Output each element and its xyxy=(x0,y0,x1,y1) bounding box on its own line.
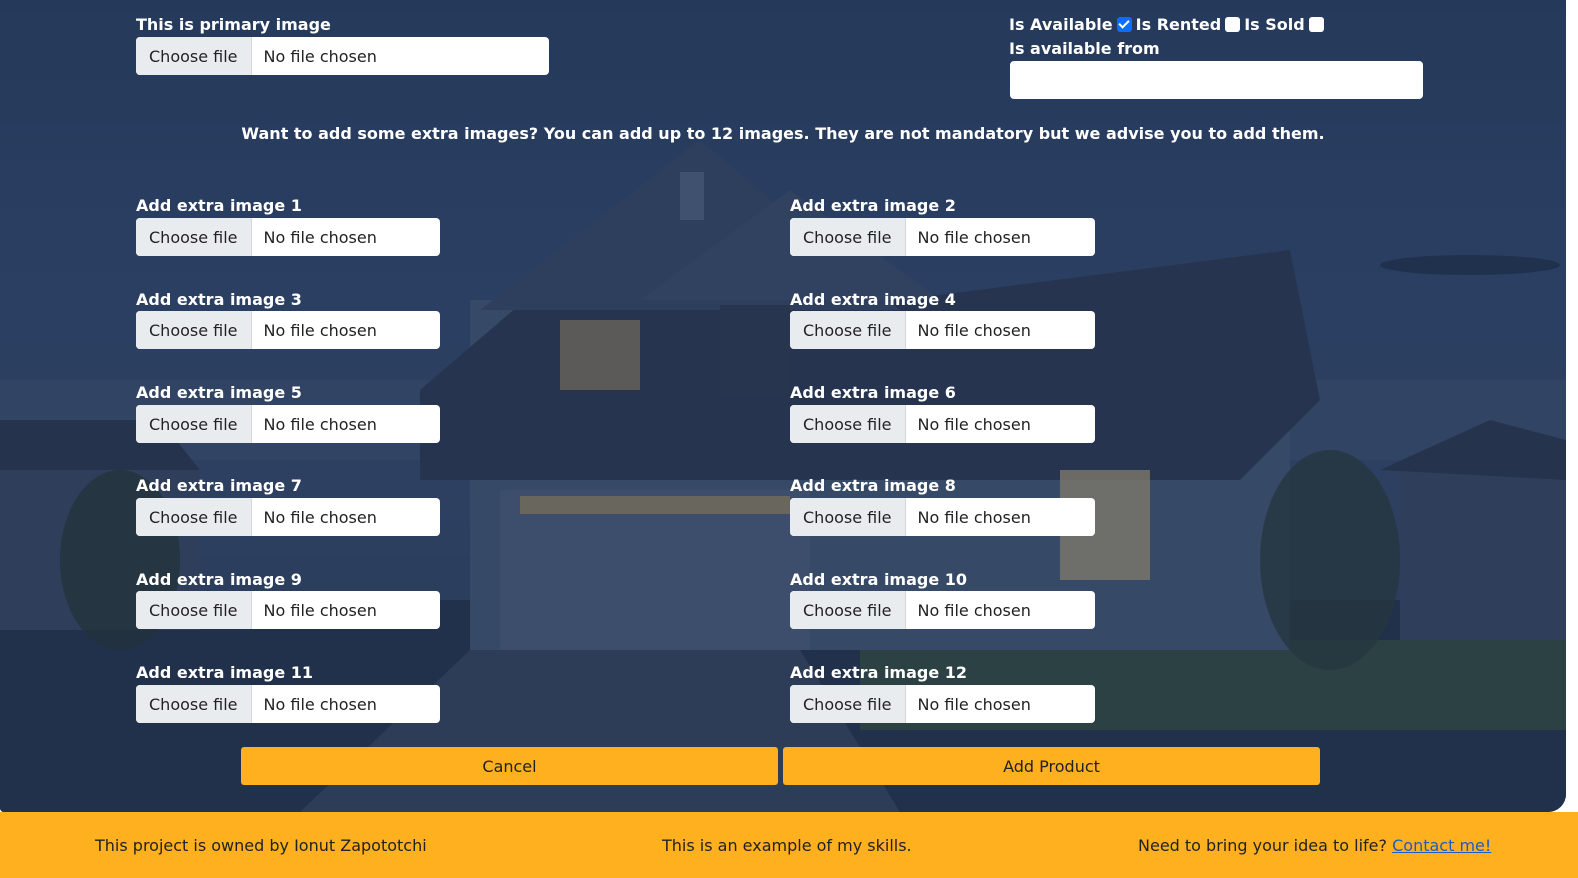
choose-file-button[interactable]: Choose file xyxy=(136,218,252,256)
extra-image-1-input[interactable]: Choose file No file chosen xyxy=(136,218,440,256)
is-available-checkbox[interactable] xyxy=(1116,17,1132,32)
cancel-button[interactable]: Cancel xyxy=(241,747,778,785)
footer-cta: Need to bring your idea to life? Contact… xyxy=(1138,836,1491,855)
add-product-form: This is primary image Choose file No fil… xyxy=(0,0,1566,812)
is-available-label: Is Available xyxy=(1009,15,1113,34)
extra-image-5-label: Add extra image 5 xyxy=(136,383,302,402)
file-status: No file chosen xyxy=(263,320,377,340)
is-sold-label: Is Sold xyxy=(1244,15,1305,34)
choose-file-button[interactable]: Choose file xyxy=(790,685,906,723)
status-checkboxes: Is Available Is Rented Is Sold xyxy=(1009,15,1328,34)
extra-image-1-label: Add extra image 1 xyxy=(136,196,302,215)
primary-image-input[interactable]: Choose file No file chosen xyxy=(136,37,549,75)
choose-file-button[interactable]: Choose file xyxy=(136,685,252,723)
file-status: No file chosen xyxy=(917,414,1031,434)
file-status: No file chosen xyxy=(917,694,1031,714)
extra-image-4-input[interactable]: Choose file No file chosen xyxy=(790,311,1095,349)
file-status: No file chosen xyxy=(263,600,377,620)
is-rented-checkbox[interactable] xyxy=(1225,17,1241,32)
choose-file-button[interactable]: Choose file xyxy=(136,37,252,75)
choose-file-button[interactable]: Choose file xyxy=(136,591,252,629)
extra-image-7-input[interactable]: Choose file No file chosen xyxy=(136,498,440,536)
is-rented-label: Is Rented xyxy=(1135,15,1222,34)
extra-image-12-input[interactable]: Choose file No file chosen xyxy=(790,685,1095,723)
file-status: No file chosen xyxy=(917,600,1031,620)
extra-image-4-label: Add extra image 4 xyxy=(790,290,956,309)
contact-link[interactable]: Contact me! xyxy=(1392,836,1491,855)
extra-image-8-label: Add extra image 8 xyxy=(790,476,956,495)
available-from-label: Is available from xyxy=(1009,39,1160,58)
file-status: No file chosen xyxy=(917,227,1031,247)
choose-file-button[interactable]: Choose file xyxy=(136,498,252,536)
extra-image-6-label: Add extra image 6 xyxy=(790,383,956,402)
file-status: No file chosen xyxy=(263,46,377,66)
file-status: No file chosen xyxy=(917,507,1031,527)
extra-image-6-input[interactable]: Choose file No file chosen xyxy=(790,405,1095,443)
file-status: No file chosen xyxy=(263,507,377,527)
extra-image-8-input[interactable]: Choose file No file chosen xyxy=(790,498,1095,536)
file-status: No file chosen xyxy=(263,694,377,714)
extra-image-11-label: Add extra image 11 xyxy=(136,663,314,682)
file-status: No file chosen xyxy=(263,414,377,434)
is-sold-checkbox[interactable] xyxy=(1308,17,1324,32)
extra-image-3-label: Add extra image 3 xyxy=(136,290,302,309)
extra-image-12-label: Add extra image 12 xyxy=(790,663,968,682)
extra-image-2-input[interactable]: Choose file No file chosen xyxy=(790,218,1095,256)
primary-image-label: This is primary image xyxy=(136,15,331,34)
footer-example-text: This is an example of my skills. xyxy=(662,836,912,855)
choose-file-button[interactable]: Choose file xyxy=(790,498,906,536)
footer-owner-text: This project is owned by Ionut Zapototch… xyxy=(95,836,427,855)
choose-file-button[interactable]: Choose file xyxy=(790,218,906,256)
choose-file-button[interactable]: Choose file xyxy=(790,405,906,443)
choose-file-button[interactable]: Choose file xyxy=(790,311,906,349)
extra-image-2-label: Add extra image 2 xyxy=(790,196,956,215)
available-from-input[interactable] xyxy=(1010,61,1423,99)
extra-image-10-input[interactable]: Choose file No file chosen xyxy=(790,591,1095,629)
footer: This project is owned by Ionut Zapototch… xyxy=(0,812,1578,878)
choose-file-button[interactable]: Choose file xyxy=(790,591,906,629)
footer-cta-text: Need to bring your idea to life? xyxy=(1138,836,1388,855)
extra-image-7-label: Add extra image 7 xyxy=(136,476,302,495)
extra-image-9-label: Add extra image 9 xyxy=(136,570,302,589)
choose-file-button[interactable]: Choose file xyxy=(136,311,252,349)
file-status: No file chosen xyxy=(917,320,1031,340)
extra-image-10-label: Add extra image 10 xyxy=(790,570,968,589)
extra-image-3-input[interactable]: Choose file No file chosen xyxy=(136,311,440,349)
extra-image-9-input[interactable]: Choose file No file chosen xyxy=(136,591,440,629)
file-status: No file chosen xyxy=(263,227,377,247)
extra-images-info: Want to add some extra images? You can a… xyxy=(241,124,1325,143)
add-product-button[interactable]: Add Product xyxy=(783,747,1320,785)
extra-image-11-input[interactable]: Choose file No file chosen xyxy=(136,685,440,723)
choose-file-button[interactable]: Choose file xyxy=(136,405,252,443)
extra-image-5-input[interactable]: Choose file No file chosen xyxy=(136,405,440,443)
